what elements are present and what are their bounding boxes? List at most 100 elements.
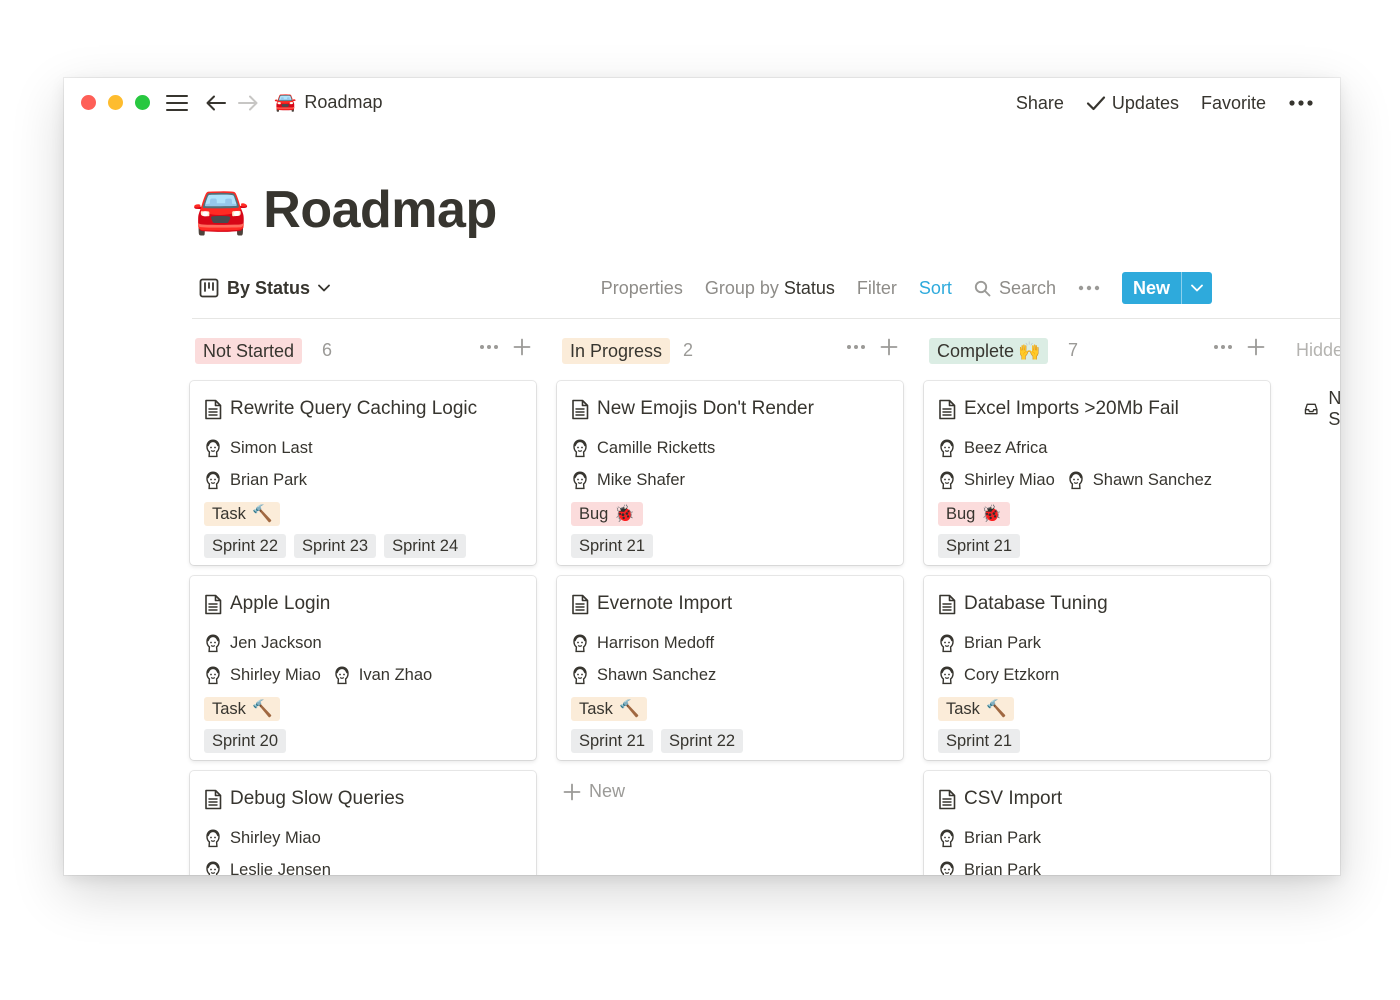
sprint-tag-row: Sprint 21 [571,534,654,558]
assignee[interactable]: Ivan Zhao [333,665,432,685]
assignee[interactable]: Leslie Jensen [204,860,331,875]
tag-label: Task [212,504,246,523]
sort-button[interactable]: Sort [919,278,952,299]
share-button[interactable]: Share [1016,93,1064,114]
avatar [206,666,220,685]
status-badge[interactable]: Complete 🙌 [929,338,1049,364]
assignee-name: Ivan Zhao [358,665,433,684]
chevron-down-icon [1191,284,1203,292]
board-card[interactable]: Rewrite Query Caching Logic Simon Last Bri… [190,381,536,565]
new-button[interactable]: New [1122,272,1181,304]
assignee[interactable]: Shirley Miao [938,470,1055,490]
board-card[interactable]: CSV Import Brian Park Brian Park [924,771,1270,875]
sprint-tag: Sprint 20 [204,729,287,753]
assignee[interactable]: Shirley Miao [204,665,321,685]
board-card[interactable]: New Emojis Don't Render Camille Ricketts M… [557,381,903,565]
assignee-row: Brian Park [938,633,1041,653]
avatar [940,439,954,458]
board-view-icon [199,278,219,298]
status-label: In Progress [570,340,663,361]
board-card[interactable]: Excel Imports >20Mb Fail Beez Africa Shirl… [924,381,1270,565]
column-options-icon[interactable] [846,344,866,350]
assignee-name: Jen Jackson [230,633,322,652]
status-badge[interactable]: Not Started [195,338,303,364]
type-tag-row: Task 🔨 [204,502,281,526]
more-options-button[interactable] [1288,99,1314,107]
add-new-card-button[interactable]: New [563,781,625,802]
assignee[interactable]: Cory Etzkorn [938,665,1059,685]
sprint-tag-row: Sprint 20 [204,729,287,753]
favorite-button[interactable]: Favorite [1201,93,1266,114]
assignee[interactable]: Beez Africa [938,438,1047,458]
assignee-row: Shirley Miao Shawn Sanchez [938,470,1212,490]
sidebar-menu-icon[interactable] [165,90,189,116]
board-column: Not Started 6 Rewrite Query Caching Logic S… [190,336,538,875]
tag-label: Bug [579,504,609,523]
assignee[interactable]: Jen Jackson [204,633,322,653]
column-header: In Progress 2 [557,336,905,366]
type-tag-row: Task 🔨 [204,697,281,721]
avatar [206,861,220,875]
sprint-tag: Sprint 24 [384,534,467,558]
sprint-tag: Sprint 21 [938,534,1021,558]
assignee[interactable]: Simon Last [204,438,313,458]
back-arrow-icon[interactable] [205,90,227,116]
board-card[interactable]: Database Tuning Brian Park Cory Etzkorn Tas… [924,576,1270,760]
assignee-name: Harrison Medoff [597,633,715,652]
avatar [206,439,220,458]
more-dots-icon[interactable] [1078,285,1100,291]
title-bar: 🚘 Roadmap Share Updates Favorite [64,78,1340,128]
assignee[interactable]: Shawn Sanchez [1067,470,1212,490]
assignee[interactable]: Mike Shafer [571,470,685,490]
add-card-icon[interactable] [513,338,531,356]
type-tag-row: Bug 🐞 [938,502,1010,526]
board-card[interactable]: Evernote Import Harrison Medoff Shawn Sanc… [557,576,903,760]
assignee[interactable]: Harrison Medoff [571,633,714,653]
zoom-window-button[interactable] [135,95,150,110]
group-by-button[interactable]: Group by Status [705,278,835,299]
status-label: Not Started [203,340,295,361]
status-badge[interactable]: In Progress [562,338,671,364]
new-dropdown-button[interactable] [1181,272,1212,304]
minimize-window-button[interactable] [108,95,123,110]
hidden-group-no-status[interactable]: No Status [1304,388,1340,430]
column-count: 2 [683,340,694,360]
board-card[interactable]: Debug Slow Queries Shirley Miao Leslie Jen… [190,771,536,875]
assignee[interactable]: Brian Park [938,633,1041,653]
page-document-icon [205,399,222,419]
add-card-icon[interactable] [880,338,898,356]
page-document-icon [205,789,222,809]
assignee-row: Harrison Medoff [571,633,714,653]
assignee-name: Shirley Miao [964,470,1055,489]
page-document-icon [205,594,222,614]
assignee[interactable]: Camille Ricketts [571,438,715,458]
assignee-row: Cory Etzkorn [938,665,1059,685]
breadcrumb[interactable]: 🚘 Roadmap [274,92,382,113]
assignee[interactable]: Brian Park [938,828,1041,848]
card-title: Apple Login [204,593,330,615]
updates-button[interactable]: Updates [1086,93,1179,114]
filter-button[interactable]: Filter [857,278,897,299]
properties-button[interactable]: Properties [601,278,683,299]
assignee-name: Camille Ricketts [597,438,716,457]
plus-icon [563,783,581,800]
card-title-text: Evernote Import [597,593,733,614]
card-title: Excel Imports >20Mb Fail [938,398,1179,420]
assignee[interactable]: Shawn Sanchez [571,665,716,685]
page-title[interactable]: 🚘 Roadmap [192,180,497,240]
assignee-name: Shawn Sanchez [1092,470,1213,489]
close-window-button[interactable] [81,95,96,110]
view-selector[interactable]: By Status [199,273,330,303]
column-options-icon[interactable] [479,344,499,350]
add-card-icon[interactable] [1247,338,1265,356]
sprint-tag: Sprint 21 [571,729,654,753]
search-button[interactable]: Search [974,278,1056,299]
column-actions [1213,338,1265,356]
column-options-icon[interactable] [1213,344,1233,350]
board-card[interactable]: Apple Login Jen Jackson Shirley Miao Ivan Z… [190,576,536,760]
assignee[interactable]: Brian Park [204,470,307,490]
assignee[interactable]: Shirley Miao [204,828,321,848]
assignee[interactable]: Brian Park [938,860,1041,875]
forward-arrow-icon[interactable] [237,90,259,116]
type-tag-row: Task 🔨 [938,697,1015,721]
